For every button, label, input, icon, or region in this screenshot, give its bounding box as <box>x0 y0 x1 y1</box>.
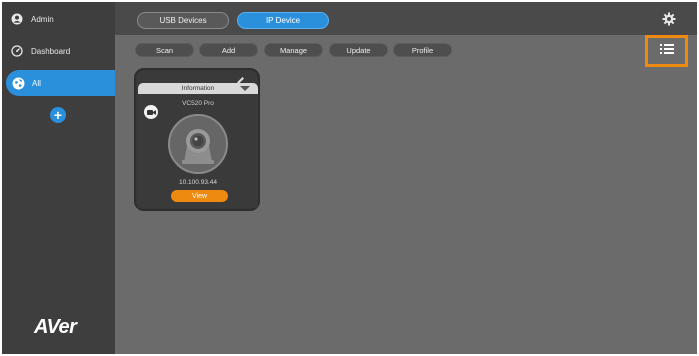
view-button[interactable]: View <box>171 190 228 202</box>
device-ip-address: 10.100.93.44 <box>179 179 217 186</box>
camera-icon <box>144 105 158 119</box>
profile-button[interactable]: Profile <box>393 43 452 57</box>
add-button[interactable]: Add <box>199 43 258 57</box>
user-menu[interactable]: Admin <box>2 4 115 34</box>
manage-button[interactable]: Manage <box>264 43 323 57</box>
tab-usb-devices[interactable]: USB Devices <box>137 12 229 29</box>
list-view-button[interactable] <box>645 35 688 67</box>
device-card[interactable]: Information VC520 Pro 10.100.93.44 View <box>134 68 260 211</box>
top-bar: USB Devices IP Device <box>115 2 697 35</box>
user-name: Admin <box>31 14 54 24</box>
user-icon <box>7 13 27 25</box>
sidebar-item-all[interactable]: All <box>6 70 115 96</box>
scan-button[interactable]: Scan <box>135 43 194 57</box>
tab-ip-device[interactable]: IP Device <box>237 12 329 29</box>
sidebar-item-label: Dashboard <box>31 46 71 56</box>
information-dropdown[interactable]: Information <box>138 83 258 94</box>
ptz-camera-icon <box>168 114 228 174</box>
sidebar-item-label: All <box>32 78 41 88</box>
device-model: VC520 Pro <box>182 100 214 107</box>
plus-icon: + <box>53 107 63 123</box>
list-view-icon <box>659 42 674 60</box>
update-button[interactable]: Update <box>329 43 388 57</box>
dashboard-icon <box>7 45 27 57</box>
dropdown-arrow-icon <box>240 86 250 91</box>
aver-logo: AVer <box>34 316 77 338</box>
device-card-body: VC520 Pro 10.100.93.44 View <box>138 94 258 208</box>
sidebar-item-dashboard[interactable]: Dashboard <box>2 36 115 66</box>
sidebar: Admin Dashboard All + AVer <box>2 2 115 354</box>
globe-icon <box>8 77 28 90</box>
information-label: Information <box>181 85 215 92</box>
app-window: Admin Dashboard All + AVer USB Devices I… <box>2 2 697 354</box>
gear-icon[interactable] <box>660 10 678 28</box>
add-group-button[interactable]: + <box>50 107 66 123</box>
